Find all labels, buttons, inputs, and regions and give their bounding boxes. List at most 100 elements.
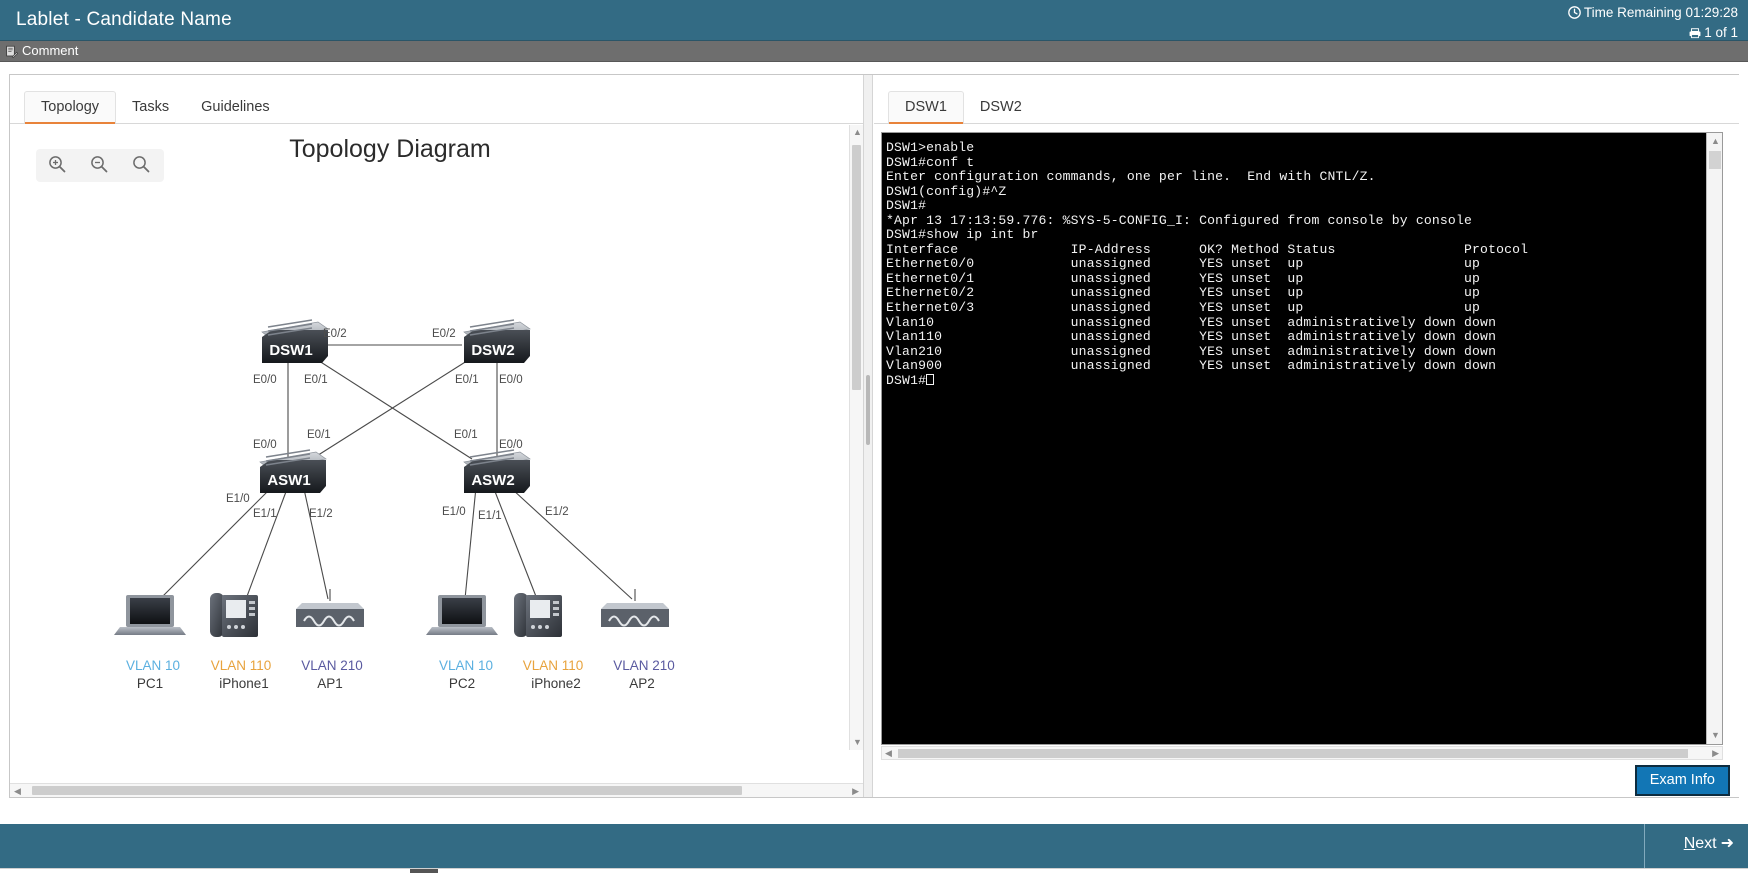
port-label: E0/2 [323, 328, 347, 340]
port-label: E0/0 [499, 439, 523, 451]
switch-label-dsw2: DSW2 [471, 342, 514, 359]
port-label: E0/1 [455, 374, 479, 386]
switch-asw2[interactable]: ASW2 [463, 449, 531, 493]
host-name-iphone1: iPhone1 [219, 676, 269, 691]
tab-dsw1-label: DSW1 [905, 99, 947, 115]
left-pane-vscroll-thumb[interactable] [852, 145, 861, 390]
pane-splitter[interactable] [863, 75, 873, 797]
terminal-screen[interactable]: DSW1>enable DSW1#conf t Enter configurat… [882, 133, 1706, 744]
vlan-label-iphone2: VLAN 110 [523, 658, 584, 673]
host-ap2[interactable] [601, 589, 669, 627]
topology-diagram: DSW1 DSW2 ASW1 ASW2 E0/2 E0/2 E0/0 E0/1 … [10, 137, 770, 697]
left-tabstrip: Topology Tasks Guidelines [10, 91, 863, 124]
comment-note-icon [5, 45, 19, 61]
terminal-cursor [926, 373, 935, 385]
right-scroll-right-icon[interactable]: ▶ [1712, 749, 1719, 758]
panel-frame: Topology Tasks Guidelines Topology Diagr… [9, 74, 1739, 798]
app-title: Lablet - Candidate Name [16, 9, 232, 30]
left-pane-vertical-scrollbar[interactable]: ▲ ▼ [849, 125, 863, 750]
tab-topology[interactable]: Topology [24, 91, 117, 124]
tab-dsw1[interactable]: DSW1 [888, 91, 964, 124]
exam-status-area: Time Remaining 01:29:28 1 of 1 [1568, 4, 1738, 43]
host-pc2[interactable] [426, 595, 498, 635]
bottom-bar: Next ➜ [0, 824, 1748, 868]
bottom-strip-segment [410, 869, 438, 873]
left-pane-hscroll-thumb[interactable] [32, 786, 742, 795]
host-pc1[interactable] [114, 595, 186, 635]
tab-dsw2-label: DSW2 [979, 99, 1022, 115]
next-button[interactable]: Next ➜ [1684, 833, 1734, 853]
right-pane-horizontal-scrollbar[interactable]: ◀ ▶ [881, 746, 1723, 760]
time-remaining: Time Remaining 01:29:28 [1568, 4, 1738, 23]
title-bar: Lablet - Candidate Name Time Remaining 0… [0, 0, 1748, 41]
port-label: E0/0 [253, 439, 277, 451]
port-label: E1/1 [253, 508, 277, 520]
scroll-right-icon[interactable]: ▶ [852, 787, 859, 796]
right-scroll-left-icon[interactable]: ◀ [885, 749, 892, 758]
clock-icon [1568, 6, 1581, 23]
comment-label: Comment [22, 43, 79, 58]
right-tabstrip: DSW1 DSW2 [874, 91, 1739, 124]
host-ap1[interactable] [296, 589, 364, 627]
port-label: E0/1 [454, 429, 478, 441]
tab-tasks-label: Tasks [132, 99, 170, 115]
terminal-console[interactable]: DSW1>enable DSW1#conf t Enter configurat… [881, 132, 1723, 745]
next-underline-letter: N [1683, 835, 1696, 852]
switch-label-asw2: ASW2 [471, 472, 514, 489]
tab-dsw2[interactable]: DSW2 [964, 92, 1038, 123]
host-name-pc2: PC2 [449, 676, 475, 691]
port-label: E1/1 [478, 510, 502, 522]
tab-tasks[interactable]: Tasks [116, 92, 185, 123]
workspace: Topology Tasks Guidelines Topology Diagr… [0, 62, 1748, 824]
bottom-strip [0, 868, 1748, 886]
host-name-iphone2: iPhone2 [531, 676, 581, 691]
terminal-scroll-up-icon[interactable]: ▲ [1711, 137, 1720, 146]
switch-dsw1[interactable]: DSW1 [261, 319, 329, 363]
scroll-up-icon[interactable]: ▲ [853, 128, 862, 137]
terminal-vertical-scrollbar[interactable]: ▲ ▼ [1706, 133, 1722, 744]
host-name-ap2: AP2 [629, 676, 655, 691]
host-name-ap1: AP1 [317, 676, 343, 691]
topology-links [159, 344, 633, 600]
right-pane: DSW1 DSW2 DSW1>enable DSW1#conf t Enter … [874, 75, 1739, 797]
host-iphone2[interactable] [514, 593, 562, 637]
scroll-down-icon[interactable]: ▼ [853, 738, 862, 747]
page-indicator: 1 of 1 [1704, 25, 1738, 40]
port-label: E0/0 [499, 374, 523, 386]
right-pane-hscroll-thumb[interactable] [898, 749, 1688, 758]
port-label: E1/0 [226, 493, 250, 505]
vlan-label-ap1: VLAN 210 [301, 658, 363, 673]
vlan-label-ap2: VLAN 210 [613, 658, 675, 673]
tab-guidelines[interactable]: Guidelines [185, 92, 286, 123]
port-label: E1/2 [309, 508, 333, 520]
terminal-scroll-down-icon[interactable]: ▼ [1711, 731, 1720, 740]
comment-bar: Comment [0, 41, 1748, 62]
vlan-label-iphone1: VLAN 110 [211, 658, 272, 673]
left-pane-horizontal-scrollbar[interactable]: ◀ ▶ [10, 783, 863, 797]
switch-label-dsw1: DSW1 [269, 342, 312, 359]
exam-info-button[interactable]: Exam Info [1634, 765, 1730, 796]
port-label: E1/0 [442, 506, 466, 518]
port-label: E1/2 [545, 506, 569, 518]
port-label: E0/1 [304, 374, 328, 386]
splitter-grip[interactable] [866, 375, 870, 445]
host-iphone1[interactable] [210, 593, 258, 637]
host-name-pc1: PC1 [137, 676, 163, 691]
tab-guidelines-label: Guidelines [201, 99, 270, 115]
terminal-output: DSW1>enable DSW1#conf t Enter configurat… [886, 140, 1529, 388]
vlan-label-pc1: VLAN 10 [126, 658, 180, 673]
port-label: E0/0 [253, 374, 277, 386]
arrow-right-icon: ➜ [1720, 835, 1734, 852]
terminal-vscroll-thumb[interactable] [1709, 151, 1721, 169]
bottom-bar-divider [1644, 824, 1645, 868]
port-label: E0/1 [307, 429, 331, 441]
comment-button[interactable]: Comment [5, 43, 78, 61]
host-labels: VLAN 10 PC1 VLAN 110 iPhone1 VLAN 210 AP… [126, 658, 675, 691]
tab-topology-label: Topology [41, 99, 100, 115]
time-remaining-value: 01:29:28 [1685, 5, 1738, 20]
switch-asw1[interactable]: ASW1 [259, 449, 327, 493]
scroll-left-icon[interactable]: ◀ [14, 787, 21, 796]
switch-dsw2[interactable]: DSW2 [463, 319, 531, 363]
next-button-label: ext [1695, 835, 1717, 852]
left-pane: Topology Tasks Guidelines Topology Diagr… [10, 75, 863, 797]
